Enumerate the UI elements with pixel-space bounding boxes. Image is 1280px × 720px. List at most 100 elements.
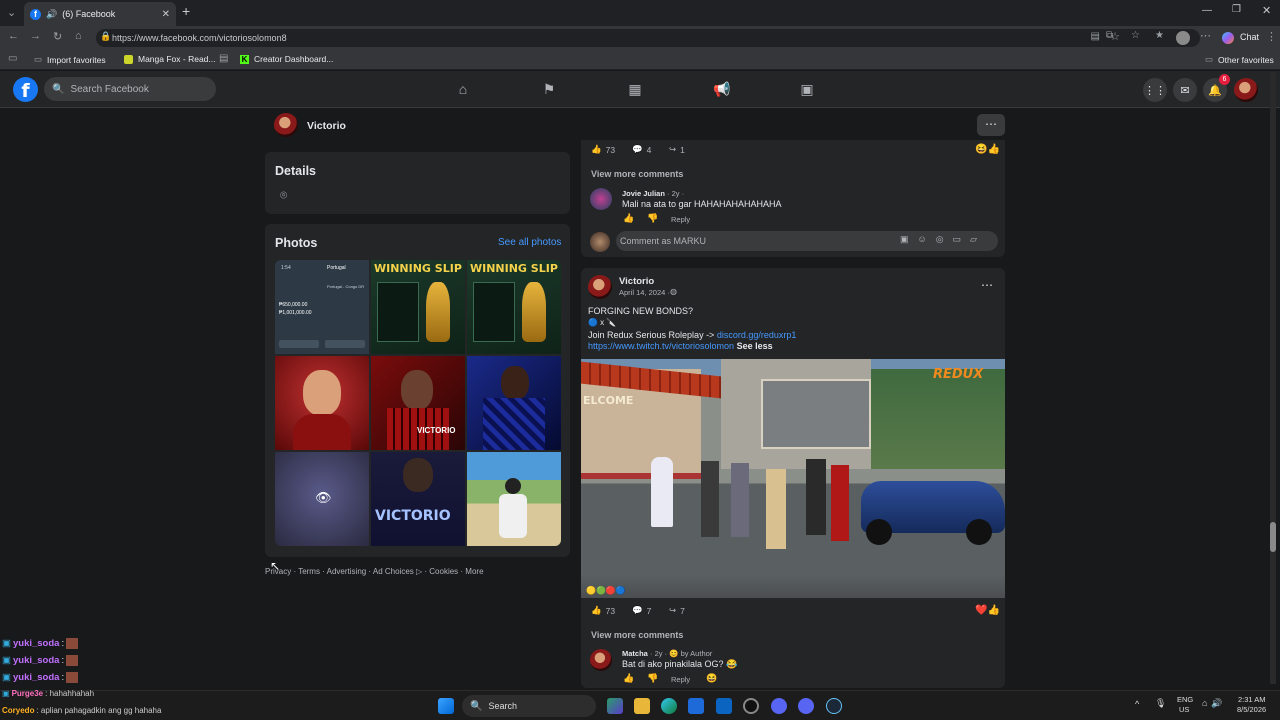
comment-tools-icon[interactable]: ▣☺◎▭▱ [900,234,986,245]
post-image[interactable]: ELCOME REDUX 🟡🟢🔴🔵 [581,359,1005,598]
nav-gaming-icon[interactable]: ▣ [799,81,815,97]
profile-more-button[interactable]: ⋯ [977,114,1005,136]
like-button[interactable]: 👍 73 [591,605,615,616]
collections-icon[interactable]: ☆ [1131,30,1140,41]
share-button[interactable]: ↪ 7 [669,605,685,616]
commenter-name[interactable]: Jovie Julian [622,189,665,198]
favorite-manga-fox[interactable]: Manga Fox - Read... [124,54,215,64]
photo-thumbnail[interactable]: VICTORIO [371,452,465,546]
search-input[interactable]: 🔍 Search Facebook [44,77,216,101]
discord-icon[interactable] [798,698,814,714]
comment-dislike-icon[interactable]: 👎 [647,673,658,684]
nav-home-icon[interactable]: ⌂ [455,81,471,97]
speaker-icon[interactable]: 🔊 [46,9,57,20]
clock-date[interactable]: 8/5/2026 [1237,705,1266,714]
comment-input[interactable]: Comment as MARKU ▣☺◎▭▱ [616,231,998,251]
favorites-icon[interactable]: ★ [1155,30,1164,41]
tab-sidebar-icon[interactable]: ▭ [8,53,17,64]
extensions-icon[interactable]: ⧉ [1106,30,1113,41]
photo-thumbnail[interactable] [467,452,561,546]
close-window-icon[interactable]: ✕ [1262,4,1271,17]
language-primary[interactable]: ENG [1177,695,1193,704]
photo-thumbnail[interactable]: WINNING SLIP [467,260,561,354]
commenter-avatar[interactable] [590,188,612,210]
more-menu-icon[interactable]: ⋯ [1200,29,1211,42]
account-avatar[interactable] [1234,78,1258,102]
app-icon[interactable] [743,698,759,714]
favorite-creator-dashboard[interactable]: K Creator Dashboard... [240,54,333,64]
profile-avatar[interactable] [274,113,298,137]
facebook-logo-icon[interactable]: f [13,77,38,102]
discord-icon[interactable] [771,698,787,714]
post-more-icon[interactable]: ⋯ [981,278,993,292]
scrollbar-thumb[interactable] [1270,522,1276,552]
comment-button[interactable]: 💬 4 [632,144,651,155]
favorite-import[interactable]: ▭ Import favorites [34,54,106,65]
commenter-avatar[interactable] [590,649,612,671]
post-author-name[interactable]: Victorio [619,276,654,287]
network-volume-battery-icon[interactable]: ⌂🔊 [1202,698,1227,709]
browser-tab[interactable]: f 🔊 (6) Facebook ✕ [24,2,176,26]
home-icon[interactable]: ⌂ [75,30,82,42]
reader-icon[interactable]: ▤ [1091,31,1100,42]
clock-time[interactable]: 2:31 AM [1238,695,1266,704]
photo-thumbnail[interactable] [467,356,561,450]
copilot-icon[interactable] [1222,32,1234,44]
nav-flag-icon[interactable]: ⚑ [541,81,557,97]
back-icon[interactable]: ← [8,30,19,42]
reactions-icon[interactable]: 😆👍 [975,144,1000,155]
tab-actions-icon[interactable]: ⌄ [7,6,16,19]
comment-dislike-icon[interactable]: 👎 [647,213,658,224]
nav-ads-icon[interactable]: 📢 [713,81,730,97]
view-more-comments-link[interactable]: View more comments [591,169,683,179]
see-less-link[interactable]: See less [737,341,773,351]
edge-icon[interactable] [661,698,677,714]
discord-link[interactable]: discord.gg/reduxrp1 [717,330,797,340]
minimize-icon[interactable]: — [1202,5,1212,16]
photo-thumbnail[interactable] [275,356,369,450]
site-info-icon[interactable]: 🔒 [100,31,111,42]
post-author-avatar[interactable] [588,275,612,299]
photo-thumbnail[interactable]: WINNING SLIP [371,260,465,354]
profile-avatar-icon[interactable] [1176,31,1190,45]
outlook-icon[interactable] [716,698,732,714]
see-all-photos-link[interactable]: See all photos [498,237,561,248]
reactions-icon[interactable]: ❤️👍 [975,605,1000,616]
reload-icon[interactable]: ↻ [53,30,62,43]
page-scrollbar[interactable] [1270,72,1276,684]
copilot-app-icon[interactable] [607,698,623,714]
profile-name[interactable]: Victorio [307,120,346,132]
commenter-name[interactable]: Matcha [622,649,648,658]
microphone-icon[interactable]: 🎙 [1155,698,1166,709]
new-tab-icon[interactable]: + [182,3,190,19]
share-button[interactable]: ↪ 1 [669,144,685,155]
reading-list-icon[interactable]: ▤ [219,53,228,64]
footer-links[interactable]: Privacy · Terms · Advertising · Ad Choic… [265,567,484,576]
photo-thumbnail[interactable]: 1:54 Portugal Portugal - Congo DR ₱650,0… [275,260,369,354]
taskbar-search[interactable]: 🔍 Search [462,695,596,717]
twitch-link[interactable]: https://www.twitch.tv/victoriosolomon [588,341,734,351]
nav-marketplace-icon[interactable]: ▦ [627,81,643,97]
tray-chevron-icon[interactable]: ^ [1135,699,1139,709]
post-date[interactable]: April 14, 2024 · [619,288,670,297]
chat-label[interactable]: Chat [1240,32,1259,42]
view-more-comments-link[interactable]: View more comments [591,630,683,640]
photo-thumbnail[interactable]: 👁 [275,452,369,546]
close-tab-icon[interactable]: ✕ [162,9,170,20]
sidebar-toggle-icon[interactable]: ⋮ [1266,30,1277,43]
steam-icon[interactable] [826,698,842,714]
start-icon[interactable] [438,698,454,714]
comment-like-icon[interactable]: 👍 [623,673,634,684]
other-favorites[interactable]: ▭ Other favorites [1205,54,1274,65]
comment-reply-link[interactable]: Reply [671,215,690,224]
like-button[interactable]: 👍 73 [591,144,615,155]
menu-grid-icon[interactable]: ⋮⋮ [1143,78,1167,102]
photo-thumbnail[interactable]: VICTORIO [371,356,465,450]
messenger-icon[interactable]: ✉ [1173,78,1197,102]
forward-icon[interactable]: → [30,30,41,42]
comment-like-icon[interactable]: 👍 [623,213,634,224]
comment-button[interactable]: 💬 7 [632,605,651,616]
language-secondary[interactable]: US [1179,705,1189,714]
maximize-icon[interactable]: ❐ [1232,4,1241,15]
url-field[interactable]: 🔒 https://www.facebook.com/victoriosolom… [96,29,1200,47]
